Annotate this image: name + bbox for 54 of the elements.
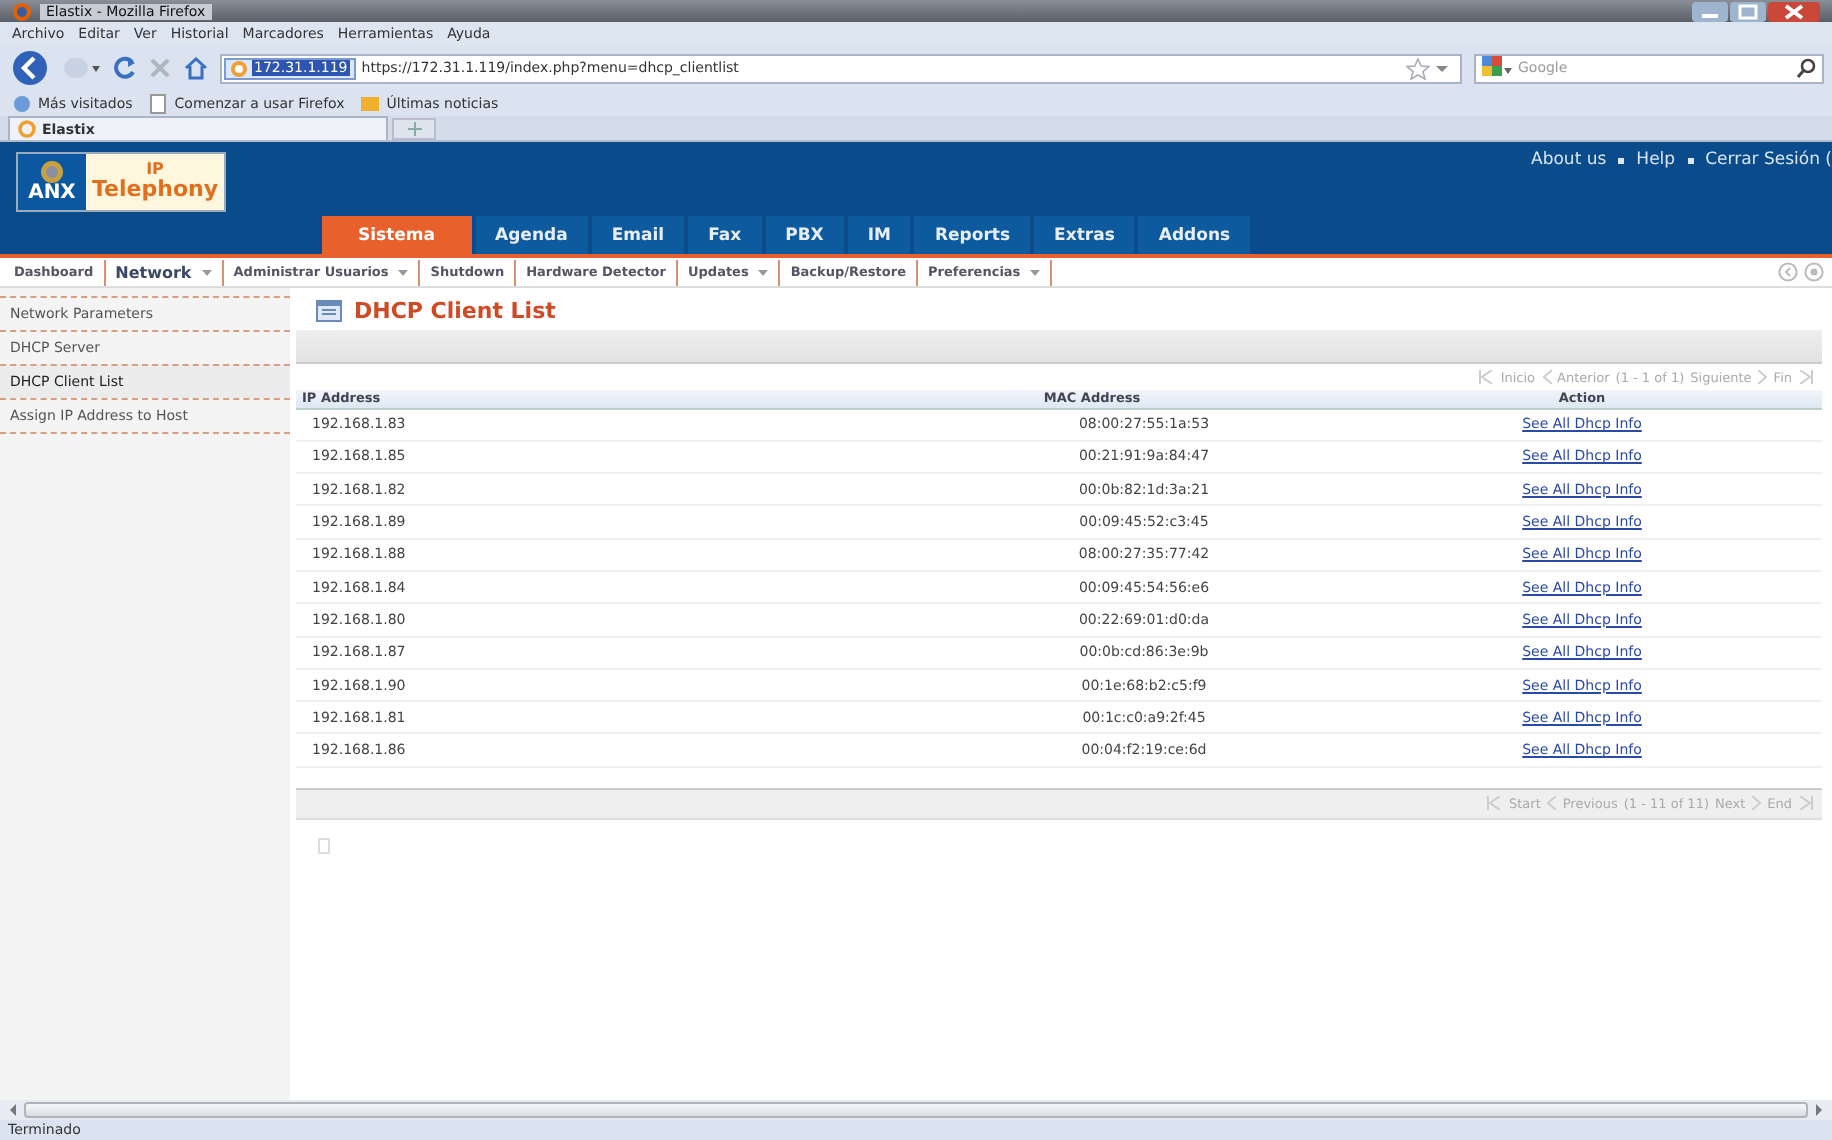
- star-icon[interactable]: [1406, 57, 1430, 79]
- minimize-icon[interactable]: [1692, 1, 1728, 21]
- main-tab[interactable]: Reports: [914, 216, 1031, 254]
- new-tab-button[interactable]: [392, 118, 436, 140]
- header-link[interactable]: About us: [1531, 150, 1607, 170]
- scroll-left-icon[interactable]: [8, 1102, 20, 1118]
- main-tab[interactable]: Extras: [1034, 216, 1135, 254]
- feed-icon: [360, 93, 381, 113]
- separator-bullet-icon: [1687, 157, 1694, 163]
- close-icon[interactable]: [1768, 1, 1820, 21]
- page-icon: [148, 93, 169, 113]
- reload-icon[interactable]: [112, 56, 136, 80]
- first-page-icon[interactable]: [1478, 370, 1495, 384]
- header-link[interactable]: Help: [1636, 150, 1676, 170]
- main-tab[interactable]: Addons: [1138, 216, 1251, 254]
- search-engine-icon[interactable]: [1482, 56, 1514, 80]
- main-tab[interactable]: Fax: [688, 216, 762, 254]
- header-link[interactable]: Cerrar Sesión (: [1705, 150, 1832, 170]
- plus-icon: [407, 122, 421, 136]
- main-tab[interactable]: PBX: [765, 216, 844, 254]
- previous-icon[interactable]: [1546, 796, 1557, 811]
- stop-icon[interactable]: [148, 56, 172, 80]
- first-page-icon[interactable]: [1486, 796, 1503, 811]
- next-icon[interactable]: [1757, 370, 1768, 384]
- home-icon[interactable]: [184, 56, 208, 80]
- tab-icon: [18, 120, 36, 138]
- separator-bullet-icon: [1618, 157, 1625, 163]
- submenu-item[interactable]: Network: [105, 259, 224, 285]
- window-icon: [316, 300, 342, 322]
- last-page-icon[interactable]: [1798, 796, 1814, 811]
- back-icon[interactable]: [8, 50, 52, 86]
- scroll-right-icon[interactable]: [1812, 1102, 1824, 1118]
- search-icon[interactable]: [1796, 58, 1816, 78]
- browser-logo-icon: [12, 1, 32, 21]
- next-icon[interactable]: [1751, 796, 1762, 811]
- scrollbar-thumb[interactable]: [24, 1102, 1808, 1118]
- page-title: DHCP Client List: [354, 298, 556, 324]
- main-tab[interactable]: IM: [847, 216, 911, 254]
- collapse-icon[interactable]: [1778, 262, 1798, 282]
- main-tab[interactable]: Agenda: [475, 216, 588, 254]
- logo-text: IP: [146, 162, 164, 178]
- bookmark-globe-icon: [12, 93, 32, 113]
- globe-icon: [40, 160, 64, 184]
- bullet-circle-icon[interactable]: [1804, 262, 1824, 282]
- logo-text: Telephony: [92, 178, 218, 202]
- site-icon: [230, 59, 248, 77]
- page-icon: [318, 837, 330, 854]
- previous-icon[interactable]: [1541, 370, 1552, 384]
- main-tab[interactable]: Email: [591, 216, 685, 254]
- last-page-icon[interactable]: [1798, 370, 1814, 384]
- forward-icon[interactable]: [64, 56, 100, 80]
- horizontal-scrollbar[interactable]: [0, 1100, 1832, 1120]
- maximize-icon[interactable]: [1730, 1, 1766, 21]
- logo-text: ANX: [28, 184, 76, 204]
